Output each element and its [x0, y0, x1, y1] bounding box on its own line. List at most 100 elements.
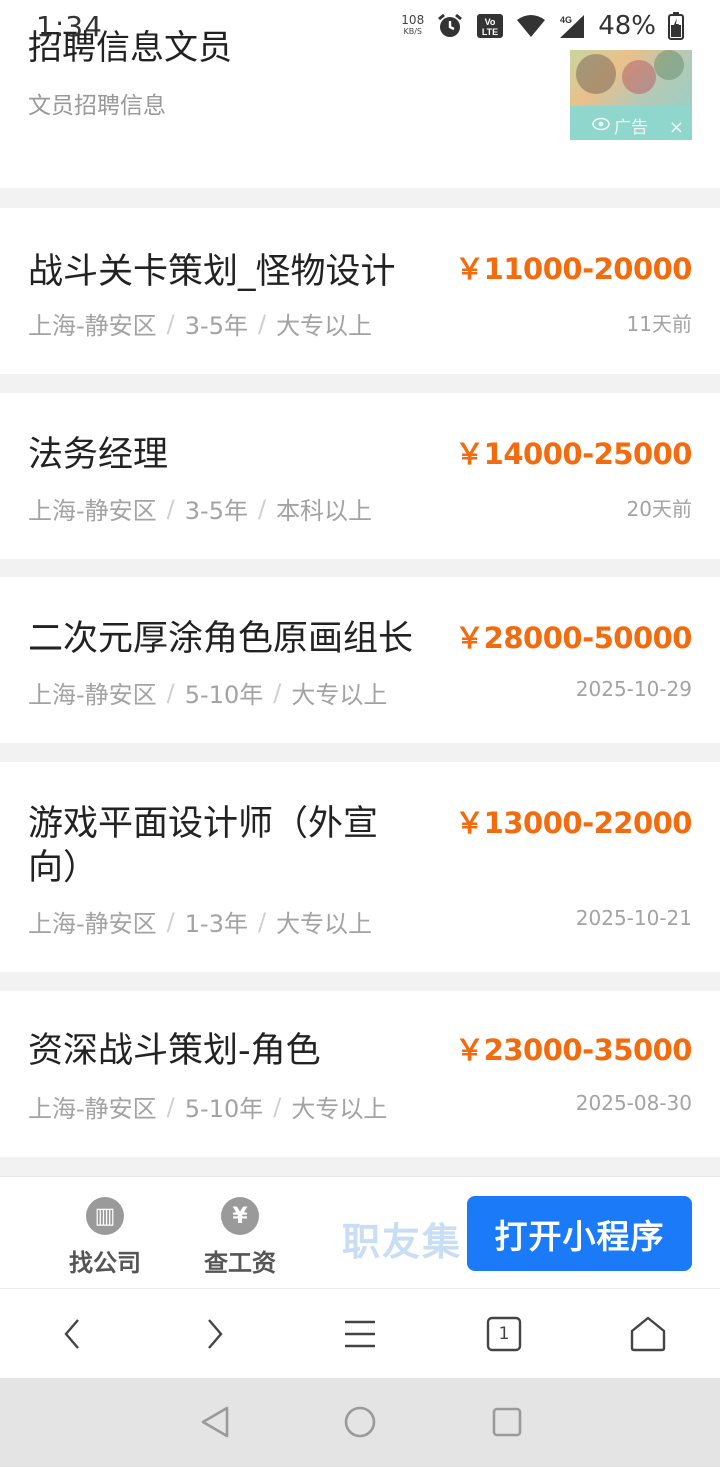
- circle-home-icon: [344, 1406, 376, 1438]
- job-title: 资深战斗策划-角色: [28, 1031, 321, 1071]
- network-speed-value: 108: [401, 13, 425, 27]
- chevron-left-icon: [64, 1319, 79, 1349]
- job-posted-date: 2025-08-30: [575, 1091, 692, 1115]
- job-salary: ￥14000-25000: [455, 437, 692, 471]
- meta-separator: /: [257, 494, 267, 523]
- home-button[interactable]: [623, 1309, 673, 1359]
- network-speed: 108 KB/S: [401, 13, 425, 37]
- meta-separator: /: [273, 1092, 282, 1121]
- job-salary: ￥11000-20000: [455, 252, 692, 286]
- ad-badge-label: 广告: [614, 118, 648, 138]
- meta-separator: /: [166, 1092, 175, 1121]
- forward-button[interactable]: [190, 1309, 240, 1359]
- wifi-icon: [516, 14, 546, 38]
- tabs-button[interactable]: 1: [479, 1309, 529, 1359]
- find-company-label: 找公司: [69, 1249, 141, 1277]
- screen: 招聘信息文员 文员招聘信息 广告 × 1:34 108 KB/S Vo LTE …: [0, 0, 720, 1467]
- browser-toolbar: 1: [0, 1288, 720, 1378]
- close-icon[interactable]: ×: [669, 117, 684, 138]
- status-icons: 108 KB/S Vo LTE 4G 48%: [401, 11, 684, 41]
- chevron-right-icon: [208, 1319, 223, 1349]
- job-card[interactable]: 二次元厚涂角色原画组长 ￥28000-50000 上海-静安区 / 5-10年 …: [0, 577, 720, 743]
- job-salary: ￥23000-35000: [455, 1033, 692, 1067]
- battery-percent: 48%: [598, 11, 656, 41]
- job-education: 本科以上: [276, 497, 373, 525]
- job-meta: 上海-静安区 / 5-10年 / 大专以上: [28, 675, 387, 710]
- job-title: 法务经理: [28, 435, 169, 475]
- status-bar: 1:34 108 KB/S Vo LTE 4G 48%: [0, 0, 720, 52]
- job-title: 战斗关卡策划_怪物设计: [28, 252, 396, 292]
- job-card[interactable]: 游戏平面设计师（外宣向） ￥13000-22000 上海-静安区 / 1-3年 …: [0, 762, 720, 972]
- job-location: 上海-静安区: [28, 312, 157, 340]
- job-education: 大专以上: [291, 681, 388, 709]
- job-experience: 1-3年: [184, 910, 248, 938]
- eye-icon: [592, 116, 610, 136]
- meta-separator: /: [166, 678, 175, 707]
- menu-button[interactable]: [335, 1309, 385, 1359]
- status-time: 1:34: [36, 9, 103, 43]
- ad-thumbnail-shape: [654, 50, 684, 80]
- triangle-back-icon: [201, 1406, 229, 1438]
- square-recents-icon: [492, 1407, 522, 1437]
- home-icon: [630, 1316, 666, 1352]
- job-posted-date: 20天前: [626, 497, 692, 521]
- meta-separator: /: [257, 907, 267, 936]
- job-education: 大专以上: [291, 1095, 388, 1123]
- app-promo-bar: ▥ 找公司 ¥ 查工资 职友集 打开小程序: [0, 1176, 720, 1288]
- find-company-button[interactable]: ▥ 找公司: [60, 1197, 150, 1278]
- check-salary-button[interactable]: ¥ 查工资: [195, 1197, 285, 1278]
- menu-icon: [345, 1320, 375, 1348]
- ad-thumbnail-shape: [622, 60, 656, 94]
- job-experience: 3-5年: [184, 497, 248, 525]
- meta-separator: /: [273, 678, 282, 707]
- job-location: 上海-静安区: [28, 497, 157, 525]
- check-salary-label: 查工资: [204, 1249, 276, 1277]
- job-location: 上海-静安区: [28, 910, 157, 938]
- network-speed-unit: KB/S: [403, 27, 422, 36]
- ad-subtitle: 文员招聘信息: [28, 93, 166, 119]
- tab-count: 1: [498, 1324, 510, 1344]
- job-location: 上海-静安区: [28, 681, 157, 709]
- job-card[interactable]: 法务经理 ￥14000-25000 上海-静安区 / 3-5年 / 本科以上 2…: [0, 393, 720, 559]
- open-mini-program-button[interactable]: 打开小程序: [467, 1196, 692, 1271]
- meta-separator: /: [166, 309, 175, 338]
- back-button[interactable]: [47, 1309, 97, 1359]
- job-location: 上海-静安区: [28, 1095, 157, 1123]
- job-education: 大专以上: [276, 910, 373, 938]
- yen-icon: ¥: [221, 1197, 259, 1235]
- building-icon: ▥: [86, 1197, 124, 1235]
- brand-logo: 职友集: [342, 1220, 463, 1264]
- system-recents-button[interactable]: [485, 1400, 529, 1444]
- job-meta: 上海-静安区 / 3-5年 / 大专以上: [28, 306, 372, 341]
- job-posted-date: 2025-10-29: [575, 677, 692, 701]
- job-education: 大专以上: [276, 312, 373, 340]
- job-salary: ￥13000-22000: [455, 806, 692, 840]
- job-experience: 5-10年: [184, 681, 264, 709]
- job-meta: 上海-静安区 / 1-3年 / 大专以上: [28, 904, 372, 939]
- ad-badge: 广告: [592, 113, 648, 138]
- job-experience: 3-5年: [184, 312, 248, 340]
- job-card[interactable]: 战斗关卡策划_怪物设计 ￥11000-20000 上海-静安区 / 3-5年 /…: [0, 208, 720, 374]
- meta-separator: /: [257, 309, 267, 338]
- system-home-button[interactable]: [338, 1400, 382, 1444]
- job-meta: 上海-静安区 / 5-10年 / 大专以上: [28, 1089, 387, 1124]
- system-nav-bar: [0, 1378, 720, 1467]
- job-posted-date: 2025-10-21: [575, 906, 692, 930]
- job-card[interactable]: 资深战斗策划-角色 ￥23000-35000 上海-静安区 / 5-10年 / …: [0, 991, 720, 1157]
- svg-text:4G: 4G: [560, 15, 572, 25]
- meta-separator: /: [166, 494, 175, 523]
- svg-text:Vo: Vo: [485, 17, 496, 27]
- job-salary: ￥28000-50000: [455, 621, 692, 655]
- ad-thumbnail[interactable]: 广告 ×: [570, 50, 692, 140]
- ad-thumbnail-shape: [576, 54, 616, 94]
- system-back-button[interactable]: [193, 1400, 237, 1444]
- battery-charging-icon: [668, 12, 684, 40]
- volte-icon: Vo LTE: [476, 13, 504, 39]
- cellular-signal-icon: 4G: [558, 13, 586, 39]
- alarm-icon: [436, 12, 464, 40]
- job-title: 二次元厚涂角色原画组长: [28, 619, 414, 659]
- job-title: 游戏平面设计师（外宣向）: [28, 804, 379, 888]
- job-meta: 上海-静安区 / 3-5年 / 本科以上: [28, 491, 372, 526]
- job-posted-date: 11天前: [626, 312, 692, 336]
- job-experience: 5-10年: [184, 1095, 264, 1123]
